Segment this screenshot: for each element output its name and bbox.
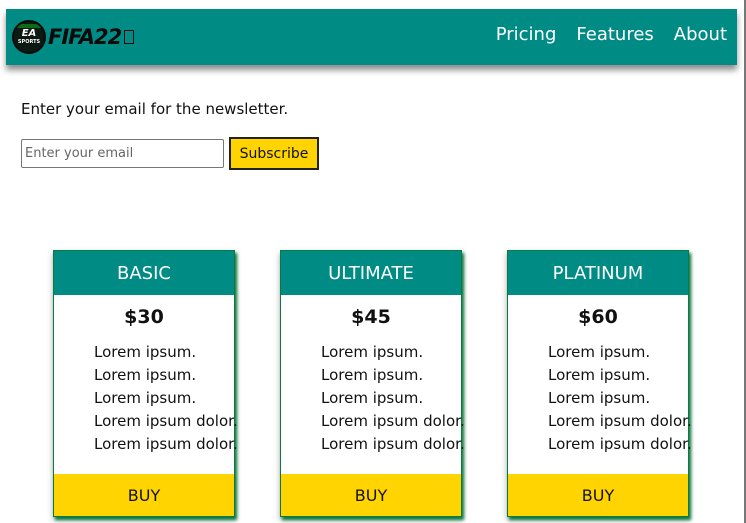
newsletter-prompt: Enter your email for the newsletter.: [21, 100, 289, 118]
fifa-logo[interactable]: EA SPORTS FIFA22: [12, 17, 135, 57]
feature-item: Lorem ipsum.: [94, 389, 197, 407]
card-title: BASIC: [54, 251, 234, 295]
logo-badge-subtext: SPORTS: [17, 39, 41, 45]
feature-item: Lorem ipsum dolor.: [548, 435, 692, 453]
logo-stripe: [17, 24, 43, 28]
ea-sports-logo-icon: EA SPORTS: [12, 20, 46, 54]
feature-item: Lorem ipsum.: [94, 366, 197, 384]
nav-link-about[interactable]: About: [674, 24, 727, 45]
pricing-card-ultimate: ULTIMATE $45 Lorem ipsum. Lorem ipsum. L…: [280, 250, 465, 517]
navbar: EA SPORTS FIFA22 Pricing Features About: [6, 9, 737, 65]
logo-text: FIFA22: [48, 25, 122, 49]
pricing-card-platinum: PLATINUM $60 Lorem ipsum. Lorem ipsum. L…: [507, 250, 692, 517]
feature-list: Lorem ipsum. Lorem ipsum. Lorem ipsum. L…: [508, 341, 692, 456]
subscribe-button[interactable]: Subscribe: [229, 137, 319, 170]
buy-button-platinum[interactable]: BUY: [508, 474, 688, 516]
card-title: ULTIMATE: [281, 251, 461, 295]
card-price: $30: [124, 306, 164, 328]
pricing-card-basic: BASIC $30 Lorem ipsum. Lorem ipsum. Lore…: [53, 250, 238, 517]
card-title: PLATINUM: [508, 251, 688, 295]
nav-link-pricing[interactable]: Pricing: [496, 24, 557, 45]
feature-item: Lorem ipsum dolor.: [94, 435, 238, 453]
nav-links: Pricing Features About: [496, 24, 727, 45]
feature-item: Lorem ipsum dolor.: [548, 412, 692, 430]
feature-item: Lorem ipsum.: [94, 343, 197, 361]
feature-item: Lorem ipsum.: [548, 366, 651, 384]
feature-item: Lorem ipsum.: [548, 389, 651, 407]
card-price: $60: [578, 306, 618, 328]
buy-button-basic[interactable]: BUY: [54, 474, 234, 516]
card-price: $45: [351, 306, 391, 328]
feature-list: Lorem ipsum. Lorem ipsum. Lorem ipsum. L…: [54, 341, 238, 456]
feature-item: Lorem ipsum.: [321, 343, 424, 361]
feature-item: Lorem ipsum dolor.: [321, 435, 465, 453]
buy-button-ultimate[interactable]: BUY: [281, 474, 461, 516]
email-input[interactable]: [21, 139, 224, 168]
logo-mark-icon: [124, 30, 135, 44]
feature-item: Lorem ipsum.: [321, 389, 424, 407]
feature-list: Lorem ipsum. Lorem ipsum. Lorem ipsum. L…: [281, 341, 465, 456]
feature-item: Lorem ipsum dolor.: [321, 412, 465, 430]
nav-link-features[interactable]: Features: [576, 24, 653, 45]
logo-badge-text: EA: [21, 28, 37, 39]
feature-item: Lorem ipsum.: [321, 366, 424, 384]
feature-item: Lorem ipsum dolor.: [94, 412, 238, 430]
feature-item: Lorem ipsum.: [548, 343, 651, 361]
top-strip: [0, 0, 746, 8]
